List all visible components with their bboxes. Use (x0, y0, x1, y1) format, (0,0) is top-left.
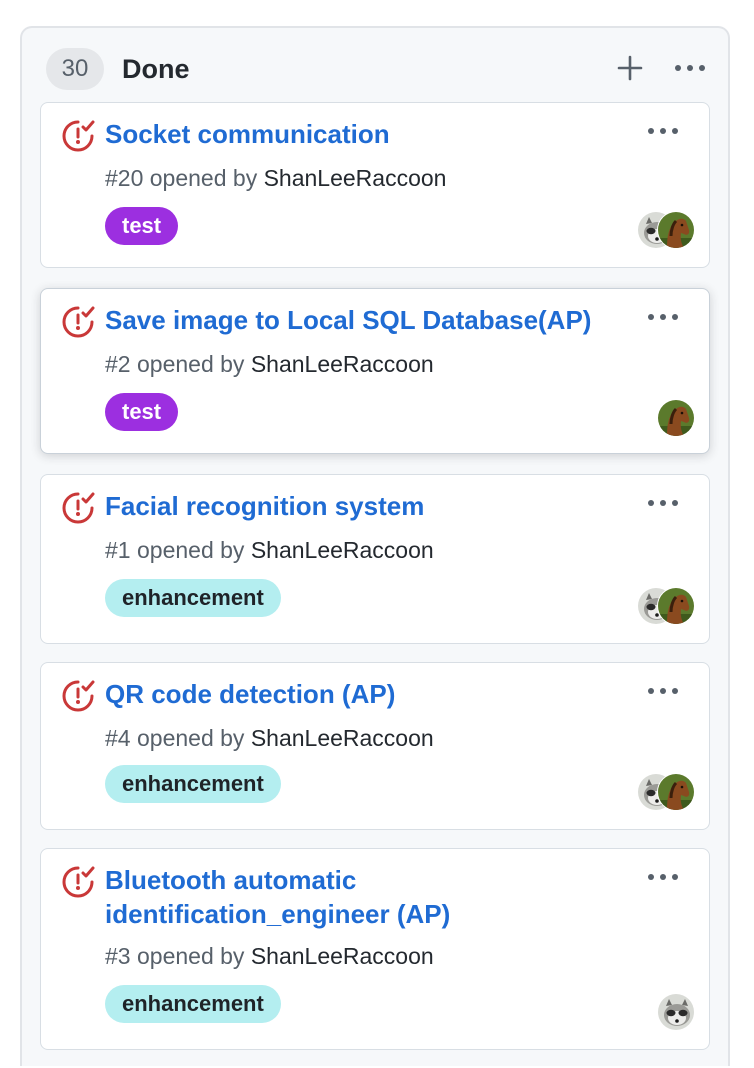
assignee-avatars (625, 587, 695, 627)
issue-title-link[interactable]: QR code detection (AP) (105, 677, 635, 711)
issue-card[interactable]: QR code detection (AP) #4 opened by Shan… (40, 662, 710, 830)
issue-meta: #2 opened by ShanLeeRaccoon (105, 351, 434, 378)
assignee-avatars (625, 993, 695, 1033)
issue-card[interactable]: Bluetooth automatic identification_engin… (40, 848, 710, 1050)
label-test[interactable]: test (105, 393, 179, 431)
issue-meta: #1 opened by ShanLeeRaccoon (105, 537, 434, 564)
column-more-options-icon[interactable] (670, 54, 710, 82)
issue-closed-icon (61, 865, 95, 899)
issue-number: #1 (105, 537, 131, 563)
issue-card[interactable]: Facial recognition system #1 opened by S… (40, 474, 710, 644)
assignee-avatars (625, 399, 695, 439)
issue-card[interactable]: Socket communication #20 opened by ShanL… (40, 102, 710, 268)
issue-author[interactable]: ShanLeeRaccoon (251, 725, 434, 751)
opened-by-text: opened by (136, 537, 245, 563)
label-test[interactable]: test (105, 207, 179, 245)
label-enhancement[interactable]: enhancement (105, 579, 281, 617)
assignee-avatars (625, 773, 695, 813)
card-more-options-icon[interactable] (643, 305, 683, 329)
issue-closed-icon (61, 305, 95, 339)
opened-by-text: opened by (149, 165, 258, 191)
issue-title-link[interactable]: Socket communication (105, 117, 635, 151)
issue-card[interactable]: Save image to Local SQL Database(AP) #2 … (40, 288, 710, 454)
issue-number: #3 (105, 943, 131, 969)
label-enhancement[interactable]: enhancement (105, 985, 281, 1023)
issue-title-link[interactable]: Save image to Local SQL Database(AP) (105, 303, 645, 337)
opened-by-text: opened by (136, 725, 245, 751)
issue-author[interactable]: ShanLeeRaccoon (264, 165, 447, 191)
issue-meta: #20 opened by ShanLeeRaccoon (105, 165, 446, 192)
board-column-done: 30 Done Socket communication #20 opened … (20, 26, 730, 1066)
horse-avatar[interactable] (657, 587, 695, 625)
opened-by-text: opened by (136, 943, 245, 969)
column-header: 30 Done (22, 28, 728, 106)
issue-number: #20 (105, 165, 144, 191)
issue-author[interactable]: ShanLeeRaccoon (251, 537, 434, 563)
assignee-avatars (625, 211, 695, 251)
label-enhancement[interactable]: enhancement (105, 765, 281, 803)
horse-avatar[interactable] (657, 773, 695, 811)
card-more-options-icon[interactable] (643, 119, 683, 143)
issue-closed-icon (61, 679, 95, 713)
issue-closed-icon (61, 491, 95, 525)
issue-meta: #3 opened by ShanLeeRaccoon (105, 943, 434, 970)
issue-closed-icon (61, 119, 95, 153)
opened-by-text: opened by (136, 351, 245, 377)
horse-avatar[interactable] (657, 399, 695, 437)
issue-number: #2 (105, 351, 131, 377)
issue-author[interactable]: ShanLeeRaccoon (251, 943, 434, 969)
item-count-badge: 30 (46, 48, 104, 90)
issue-title-link[interactable]: Bluetooth automatic identification_engin… (105, 863, 525, 931)
issue-number: #4 (105, 725, 131, 751)
issue-title-link[interactable]: Facial recognition system (105, 489, 635, 523)
column-title: Done (122, 54, 190, 84)
issue-author[interactable]: ShanLeeRaccoon (251, 351, 434, 377)
issue-meta: #4 opened by ShanLeeRaccoon (105, 725, 434, 752)
horse-avatar[interactable] (657, 211, 695, 249)
card-more-options-icon[interactable] (643, 679, 683, 703)
raccoon-avatar[interactable] (657, 993, 695, 1031)
plus-icon[interactable] (616, 54, 644, 82)
card-more-options-icon[interactable] (643, 865, 683, 889)
card-more-options-icon[interactable] (643, 491, 683, 515)
